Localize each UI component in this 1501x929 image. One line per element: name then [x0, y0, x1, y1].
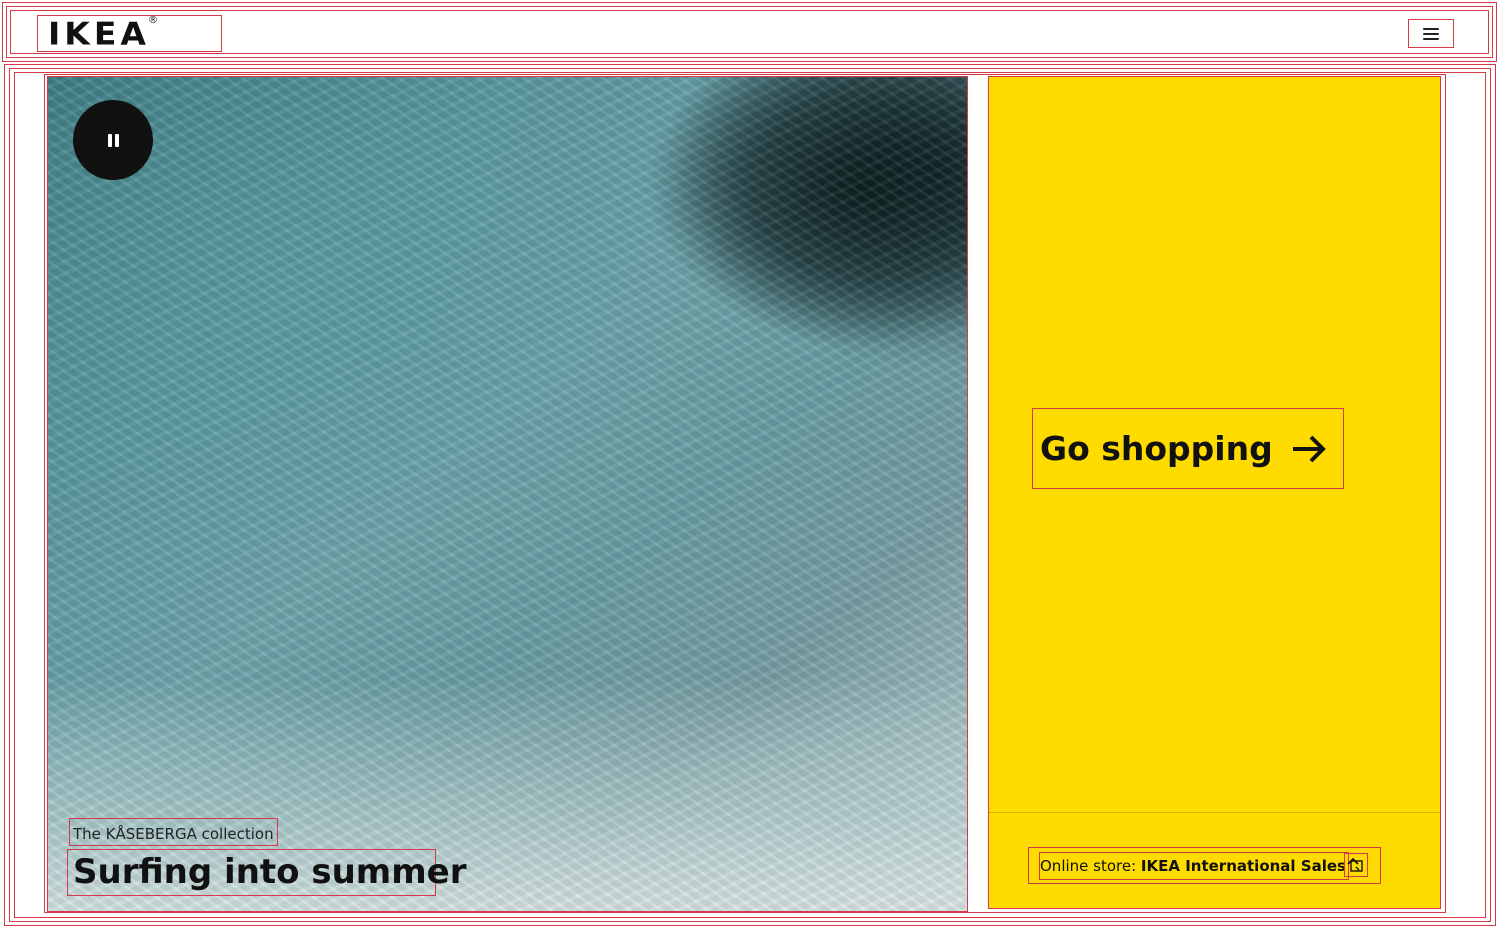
store-switch-glyph	[1347, 857, 1363, 872]
store-selector: Online store: IKEA International Sales	[1028, 847, 1381, 884]
registered-mark: ®	[147, 15, 158, 26]
ikea-logo[interactable]: IKEA ®	[37, 15, 222, 52]
menu-icon	[1423, 27, 1439, 40]
logo-text: IKEA	[48, 14, 150, 53]
site-header	[2, 2, 1497, 62]
shopping-panel: Go shopping Online store: IKEA Internati…	[988, 76, 1441, 909]
go-shopping-label: Go shopping	[1040, 429, 1273, 468]
pause-icon	[107, 133, 119, 147]
go-shopping-link[interactable]: Go shopping	[1032, 408, 1344, 489]
online-store-link[interactable]: Online store: IKEA International Sales	[1039, 852, 1349, 880]
menu-button[interactable]	[1408, 19, 1454, 48]
hero-video-texture	[48, 77, 967, 911]
arrow-right-icon	[1292, 435, 1326, 462]
pause-button[interactable]	[73, 100, 153, 180]
store-name: IKEA International Sales	[1140, 857, 1346, 875]
panel-divider	[989, 812, 1440, 813]
store-switch-icon[interactable]	[1344, 853, 1368, 877]
hero-title[interactable]: Surfing into summer	[67, 849, 466, 896]
hero-video[interactable]: The KÅSEBERGA collection Surfing into su…	[47, 76, 968, 912]
collection-label: The KÅSEBERGA collection	[69, 818, 278, 846]
store-prefix: Online store:	[1040, 857, 1141, 875]
